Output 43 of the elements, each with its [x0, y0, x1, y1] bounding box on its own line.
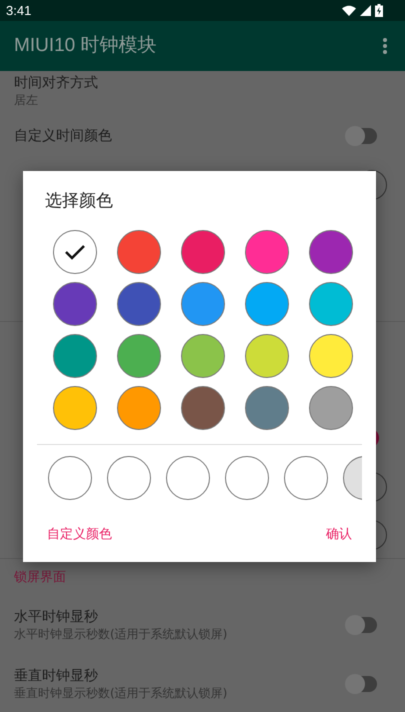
color-swatch[interactable] — [245, 282, 289, 326]
custom-color-button[interactable]: 自定义颜色 — [45, 524, 114, 544]
color-swatch[interactable] — [117, 334, 161, 378]
setting-title: 自定义时间颜色 — [14, 127, 112, 145]
color-swatch[interactable] — [245, 230, 289, 274]
confirm-button[interactable]: 确认 — [324, 524, 354, 544]
color-swatch[interactable] — [309, 230, 353, 274]
status-time: 3:41 — [6, 2, 32, 20]
section-header: 锁屏界面 — [14, 569, 66, 588]
more-icon[interactable] — [383, 38, 387, 54]
color-swatch[interactable] — [117, 230, 161, 274]
color-swatch[interactable] — [181, 334, 225, 378]
dialog-title: 选择颜色 — [45, 190, 114, 213]
color-swatch[interactable] — [181, 282, 225, 326]
color-swatch[interactable] — [53, 230, 97, 274]
custom-color-slot[interactable] — [284, 456, 328, 500]
color-swatch[interactable] — [181, 230, 225, 274]
check-icon — [64, 244, 86, 260]
custom-color-slot[interactable] — [107, 456, 151, 500]
wifi-icon — [342, 5, 356, 16]
color-swatch[interactable] — [53, 334, 97, 378]
color-swatch[interactable] — [117, 386, 161, 430]
color-swatch[interactable] — [245, 334, 289, 378]
color-swatch[interactable] — [245, 386, 289, 430]
toggle-switch[interactable] — [347, 617, 377, 633]
color-swatch[interactable] — [309, 386, 353, 430]
color-swatch[interactable] — [309, 334, 353, 378]
color-swatch[interactable] — [53, 282, 97, 326]
battery-icon — [375, 4, 383, 17]
signal-icon — [360, 5, 371, 16]
color-swatch[interactable] — [117, 282, 161, 326]
toggle-switch[interactable] — [347, 128, 377, 144]
app-title: MIUI10 时钟模块 — [14, 34, 157, 58]
custom-color-slot[interactable] — [166, 456, 210, 500]
color-swatch[interactable] — [53, 386, 97, 430]
setting-title: 水平时钟显秒 — [14, 608, 99, 626]
color-swatch[interactable] — [181, 386, 225, 430]
custom-color-slot[interactable] — [225, 456, 269, 500]
toggle-switch[interactable] — [347, 676, 377, 692]
setting-title: 时间对齐方式 — [14, 74, 98, 92]
setting-title: 垂直时钟显秒 — [14, 667, 99, 685]
color-swatch[interactable] — [309, 282, 353, 326]
custom-color-slot[interactable] — [48, 456, 92, 500]
